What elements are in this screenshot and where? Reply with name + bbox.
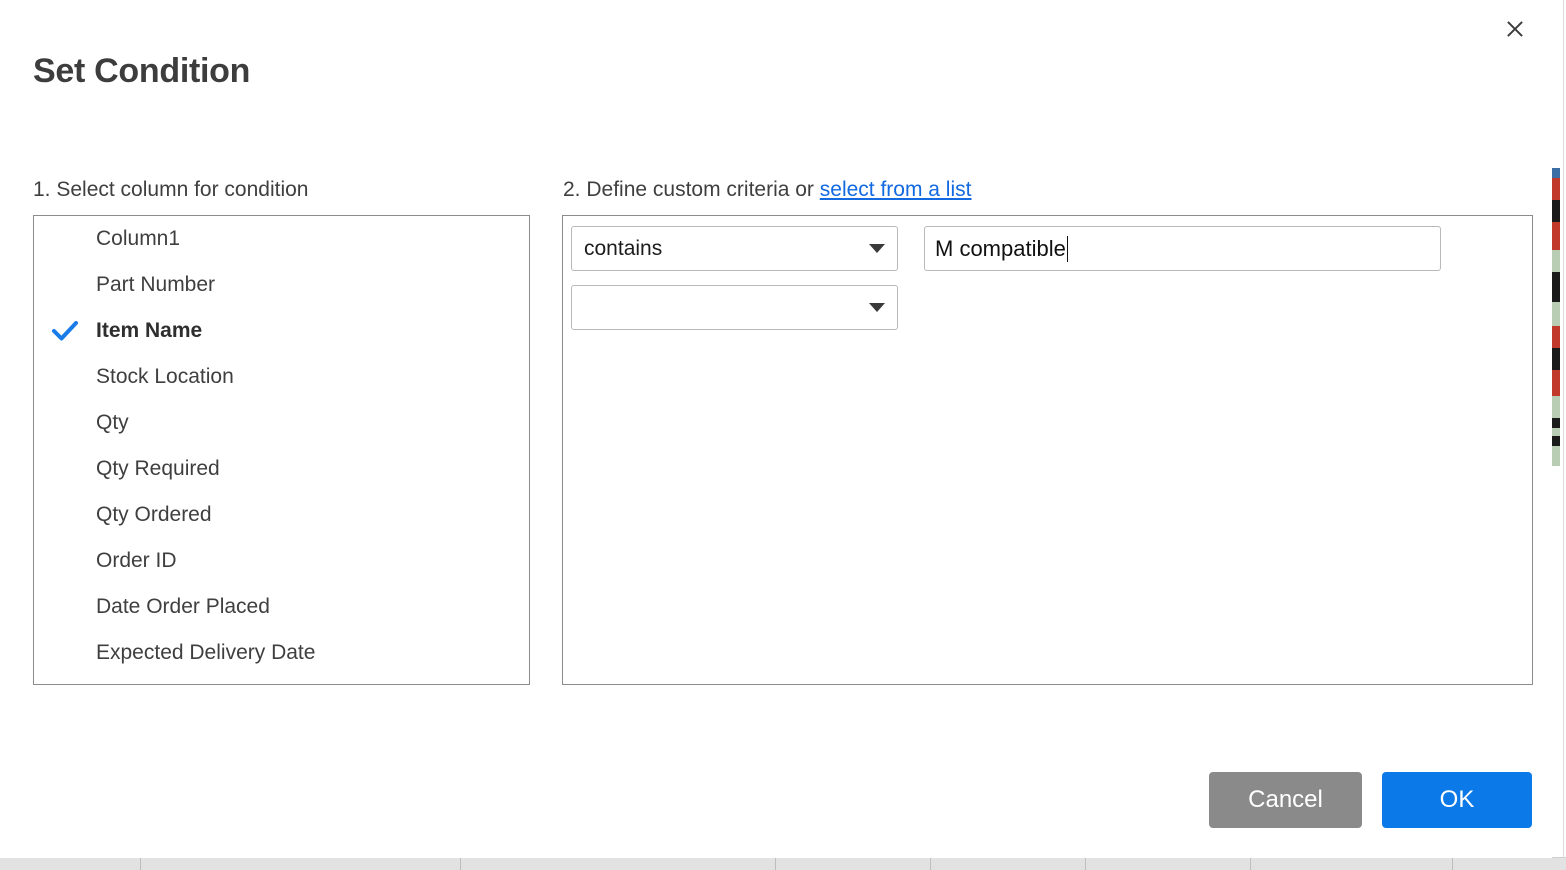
operator-dropdown-secondary[interactable]	[571, 285, 898, 330]
background-color-segment	[1552, 250, 1560, 272]
list-item-label: Qty	[96, 411, 129, 435]
table-column-separator	[460, 858, 461, 870]
list-item-label: Column1	[96, 227, 180, 251]
background-color-segment	[1552, 348, 1560, 370]
background-color-segment	[1552, 200, 1560, 222]
list-item-label: Item Name	[96, 319, 202, 343]
check-slot	[52, 320, 96, 342]
ok-button[interactable]: OK	[1382, 772, 1532, 828]
background-color-segment	[1552, 446, 1560, 466]
cancel-button[interactable]: Cancel	[1209, 772, 1362, 828]
background-color-segment	[1552, 272, 1560, 302]
criteria-value-input[interactable]: M compatible	[924, 226, 1441, 271]
list-item-label: Part Number	[96, 273, 215, 297]
list-item-label: Stock Location	[96, 365, 234, 389]
list-item-label: Qty Ordered	[96, 503, 212, 527]
background-color-segment	[1552, 222, 1560, 250]
chevron-down-icon	[857, 303, 897, 312]
list-item[interactable]: Qty Required	[34, 446, 529, 492]
set-condition-dialog: Set Condition 1. Select column for condi…	[0, 0, 1552, 858]
background-color-segment	[1552, 302, 1560, 326]
background-color-segment	[1552, 178, 1560, 200]
background-app-strip	[1552, 0, 1566, 870]
list-item[interactable]: Order ID	[34, 538, 529, 584]
list-item[interactable]: Qty Ordered	[34, 492, 529, 538]
table-column-separator	[1085, 858, 1086, 870]
list-item-label: Date Order Placed	[96, 595, 270, 619]
background-table-header	[0, 857, 1566, 870]
close-icon[interactable]	[1498, 12, 1532, 46]
step-2-label-text: 2. Define custom criteria or	[563, 178, 820, 201]
column-list[interactable]: Column1 Part Number Item Name	[33, 215, 530, 685]
list-item[interactable]: Stock Location	[34, 354, 529, 400]
background-color-segment	[1552, 418, 1560, 428]
background-color-segment	[1552, 436, 1560, 446]
table-column-separator	[1250, 858, 1251, 870]
background-vertical-rule	[1563, 0, 1564, 870]
table-column-separator	[1452, 858, 1453, 870]
background-color-segment	[1552, 168, 1560, 178]
chevron-down-icon	[857, 244, 897, 253]
criteria-panel: contains M compatible	[562, 215, 1533, 685]
list-item[interactable]: Column1	[34, 216, 529, 262]
page-title: Set Condition	[33, 52, 250, 91]
list-item[interactable]: Expected Delivery Date	[34, 630, 529, 676]
text-caret	[1067, 236, 1069, 262]
operator-dropdown[interactable]: contains	[571, 226, 898, 271]
check-icon	[52, 320, 78, 342]
select-from-a-list-link[interactable]: select from a list	[820, 178, 972, 201]
list-item-label: Qty Required	[96, 457, 220, 481]
list-item-selected[interactable]: Item Name	[34, 308, 529, 354]
list-item[interactable]: Date Order Placed	[34, 584, 529, 630]
background-color-segment	[1552, 428, 1560, 436]
background-color-segment	[1552, 370, 1560, 396]
background-color-segment	[1552, 326, 1560, 348]
step-1-label: 1. Select column for condition	[33, 178, 308, 202]
background-color-segment	[1552, 396, 1560, 418]
operator-dropdown-value: contains	[572, 237, 857, 261]
list-item-label: Order ID	[96, 549, 177, 573]
list-item[interactable]: Part Number	[34, 262, 529, 308]
table-column-separator	[930, 858, 931, 870]
list-item[interactable]: Qty	[34, 400, 529, 446]
table-column-separator	[140, 858, 141, 870]
table-column-separator	[775, 858, 776, 870]
list-item-label: Expected Delivery Date	[96, 641, 315, 665]
criteria-value-text: M compatible	[935, 236, 1066, 262]
step-2-label: 2. Define custom criteria or select from…	[563, 178, 971, 202]
